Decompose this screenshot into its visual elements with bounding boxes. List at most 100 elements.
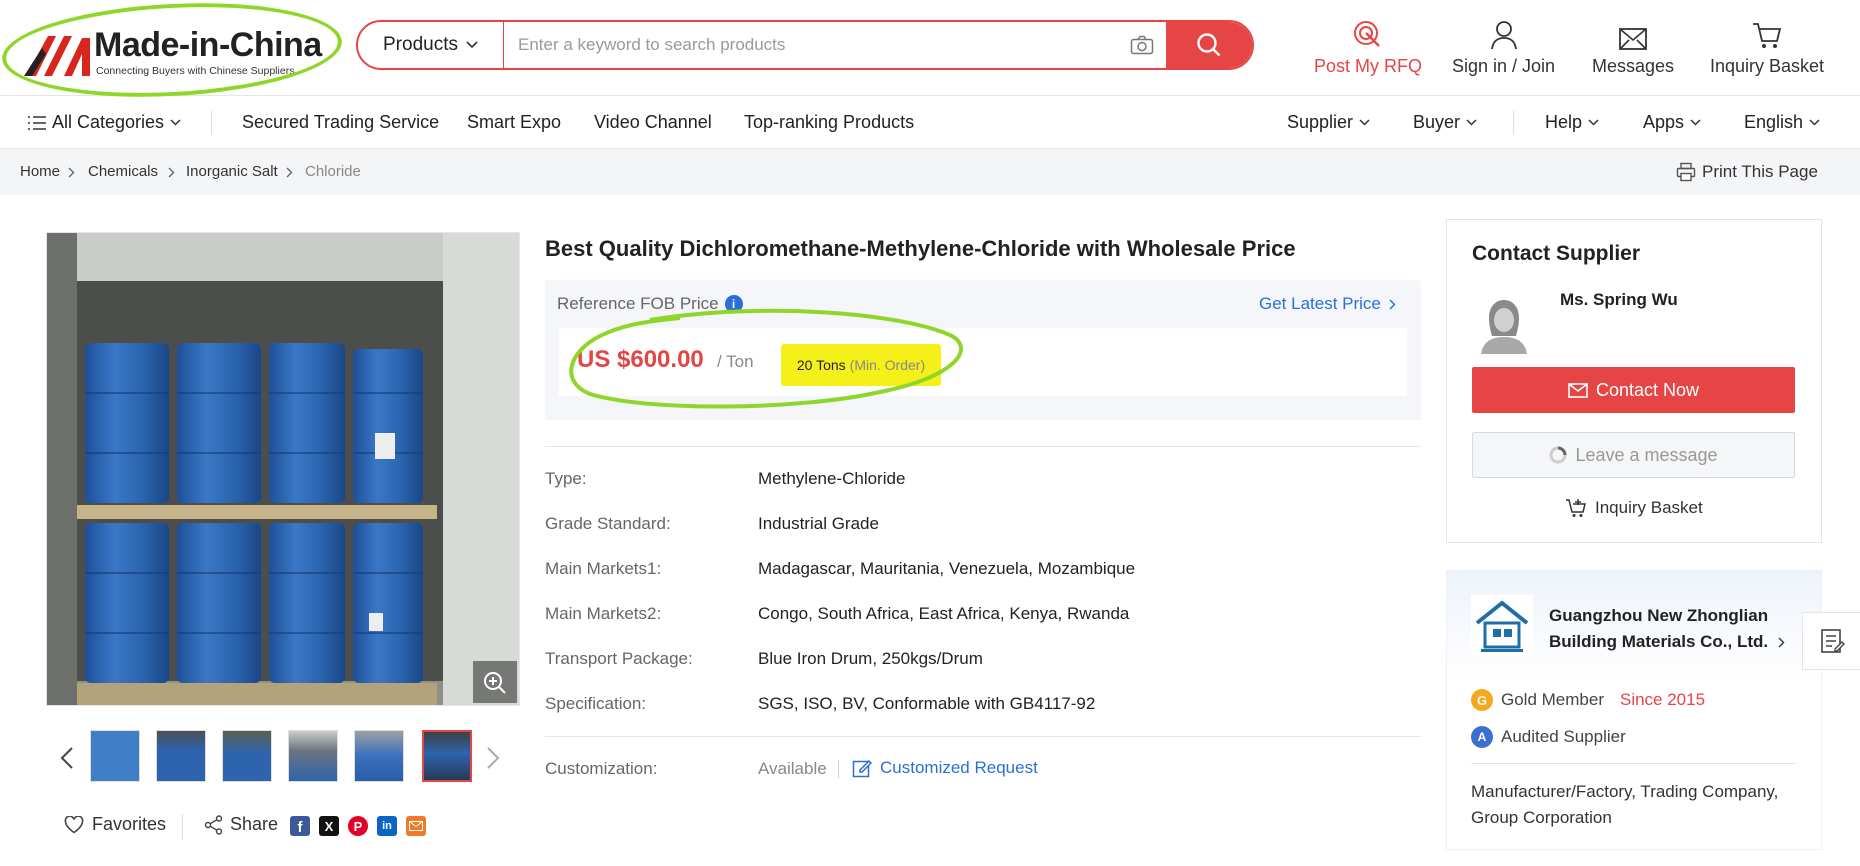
help-menu[interactable]: Help — [1545, 112, 1599, 133]
share-button[interactable]: Share — [204, 814, 278, 835]
all-categories-label: All Categories — [52, 112, 165, 132]
leave-message-label: Leave a message — [1575, 444, 1718, 465]
camera-search-icon[interactable] — [1118, 22, 1166, 68]
chevron-right-icon[interactable] — [486, 746, 500, 770]
x-twitter-icon[interactable]: X — [319, 816, 339, 836]
search-button[interactable] — [1166, 22, 1252, 68]
envelope-icon — [1568, 382, 1588, 398]
get-latest-price-link[interactable]: Get Latest Price — [1259, 294, 1396, 314]
edit-icon — [852, 759, 872, 778]
thumbnail[interactable] — [90, 730, 140, 782]
contact-supplier-heading: Contact Supplier — [1472, 242, 1641, 265]
spec-label-type: Type: — [545, 469, 587, 488]
thumbnail[interactable] — [288, 730, 338, 782]
envelope-icon — [1619, 28, 1647, 50]
cart-icon — [1753, 23, 1782, 48]
contact-now-button[interactable]: Contact Now — [1472, 367, 1795, 413]
printer-icon — [1676, 162, 1696, 182]
divider — [726, 111, 727, 135]
company-name-line1: Guangzhou New Zhonglian — [1549, 606, 1769, 625]
apps-label: Apps — [1643, 112, 1685, 132]
search-category-select[interactable]: Products — [358, 22, 504, 68]
language-menu[interactable]: English — [1744, 112, 1820, 133]
gold-member-icon: G — [1471, 689, 1493, 711]
company-name-link[interactable]: Guangzhou New Zhonglian Building Materia… — [1549, 603, 1785, 655]
language-label: English — [1744, 112, 1804, 132]
audited-supplier-row: A Audited Supplier — [1471, 726, 1626, 748]
messages-link[interactable]: Messages — [1592, 16, 1674, 77]
linkedin-icon[interactable]: in — [377, 816, 397, 836]
breadcrumb-inorganic-salt[interactable]: Inorganic Salt — [186, 163, 278, 180]
social-share-group: f X P in — [290, 816, 426, 836]
divider — [211, 111, 212, 135]
facebook-icon[interactable]: f — [290, 816, 310, 836]
chevron-right-icon — [168, 167, 175, 178]
gold-member-row: G Gold Member Since 2015 — [1471, 689, 1705, 711]
customization-value: Available — [758, 759, 827, 778]
sign-in-label: Sign in / Join — [1452, 56, 1556, 76]
spec-label-markets1: Main Markets1: — [545, 559, 662, 578]
supplier-menu[interactable]: Supplier — [1287, 112, 1370, 133]
floating-notes-button[interactable] — [1802, 612, 1860, 670]
sign-in-link[interactable]: Sign in / Join — [1452, 16, 1555, 77]
buyer-menu[interactable]: Buyer — [1413, 112, 1477, 133]
spec-value-package: Blue Iron Drum, 250kgs/Drum — [758, 649, 983, 668]
divider — [1513, 111, 1514, 135]
spec-label-specification: Specification: — [545, 694, 647, 713]
customized-request-link[interactable]: Customized Request — [852, 758, 1038, 778]
share-label: Share — [230, 814, 279, 834]
product-main-image[interactable] — [46, 232, 520, 706]
email-share-icon[interactable] — [406, 816, 426, 836]
print-page-label: Print This Page — [1702, 162, 1818, 181]
cart-add-icon — [1566, 499, 1586, 517]
avatar — [1475, 294, 1533, 354]
thumbnail[interactable] — [156, 730, 206, 782]
rfq-target-icon — [1354, 21, 1380, 47]
product-photo-drums — [47, 233, 519, 705]
chevron-right-icon — [1778, 637, 1785, 647]
nav-smart-expo[interactable]: Smart Expo — [467, 112, 561, 133]
breadcrumb: Home Chemicals Inorganic Salt Chloride P… — [0, 149, 1860, 195]
apps-menu[interactable]: Apps — [1643, 112, 1701, 133]
chevron-right-icon — [1389, 299, 1396, 309]
zoom-in-icon[interactable] — [483, 671, 507, 695]
get-latest-price-label: Get Latest Price — [1259, 294, 1381, 313]
print-page-link[interactable]: Print This Page — [1676, 162, 1818, 182]
chevron-right-icon — [68, 167, 75, 178]
breadcrumb-chemicals[interactable]: Chemicals — [88, 163, 158, 180]
messages-label: Messages — [1592, 56, 1675, 76]
thumbnail-selected[interactable] — [422, 730, 472, 782]
leave-message-button[interactable]: Leave a message — [1472, 432, 1795, 478]
spec-value-markets1: Madagascar, Mauritania, Venezuela, Mozam… — [758, 559, 1136, 578]
all-categories-menu[interactable]: All Categories — [28, 112, 181, 133]
spec-value-markets2: Congo, South Africa, East Africa, Kenya,… — [758, 604, 1130, 623]
user-icon — [1490, 21, 1517, 50]
company-card: Guangzhou New Zhonglian Building Materia… — [1446, 570, 1822, 850]
divider — [545, 736, 1421, 737]
favorites-button[interactable]: Favorites — [64, 814, 166, 835]
chevron-down-icon — [1466, 119, 1477, 126]
thumbnail[interactable] — [354, 730, 404, 782]
favorites-label: Favorites — [92, 814, 167, 834]
breadcrumb-home[interactable]: Home — [20, 163, 60, 180]
site-header: Made-in-China Connecting Buyers with Chi… — [0, 0, 1860, 105]
company-name-line2: Building Materials Co., Ltd. — [1549, 632, 1769, 651]
nav-secured-trading[interactable]: Secured Trading Service — [242, 112, 439, 133]
thumbnail[interactable] — [222, 730, 272, 782]
pinterest-icon[interactable]: P — [348, 816, 368, 836]
spec-label-package: Transport Package: — [545, 649, 693, 668]
divider — [1471, 763, 1797, 764]
contact-now-label: Contact Now — [1595, 379, 1700, 400]
inquiry-basket-link[interactable]: Inquiry Basket — [1710, 16, 1824, 77]
heart-icon — [64, 815, 84, 833]
search-input[interactable] — [504, 22, 1118, 68]
post-rfq-label: Post My RFQ — [1314, 56, 1423, 76]
inquiry-basket-button[interactable]: Inquiry Basket — [1565, 498, 1703, 518]
contact-supplier-panel: Contact Supplier Ms. Spring Wu Contact N… — [1446, 219, 1822, 543]
post-rfq-link[interactable]: Post My RFQ — [1314, 16, 1422, 77]
nav-video-channel[interactable]: Video Channel — [594, 112, 712, 133]
chevron-left-icon[interactable] — [60, 746, 74, 770]
chevron-down-icon — [1690, 119, 1701, 126]
spec-value-grade: Industrial Grade — [758, 514, 879, 533]
nav-top-ranking[interactable]: Top-ranking Products — [744, 112, 914, 133]
